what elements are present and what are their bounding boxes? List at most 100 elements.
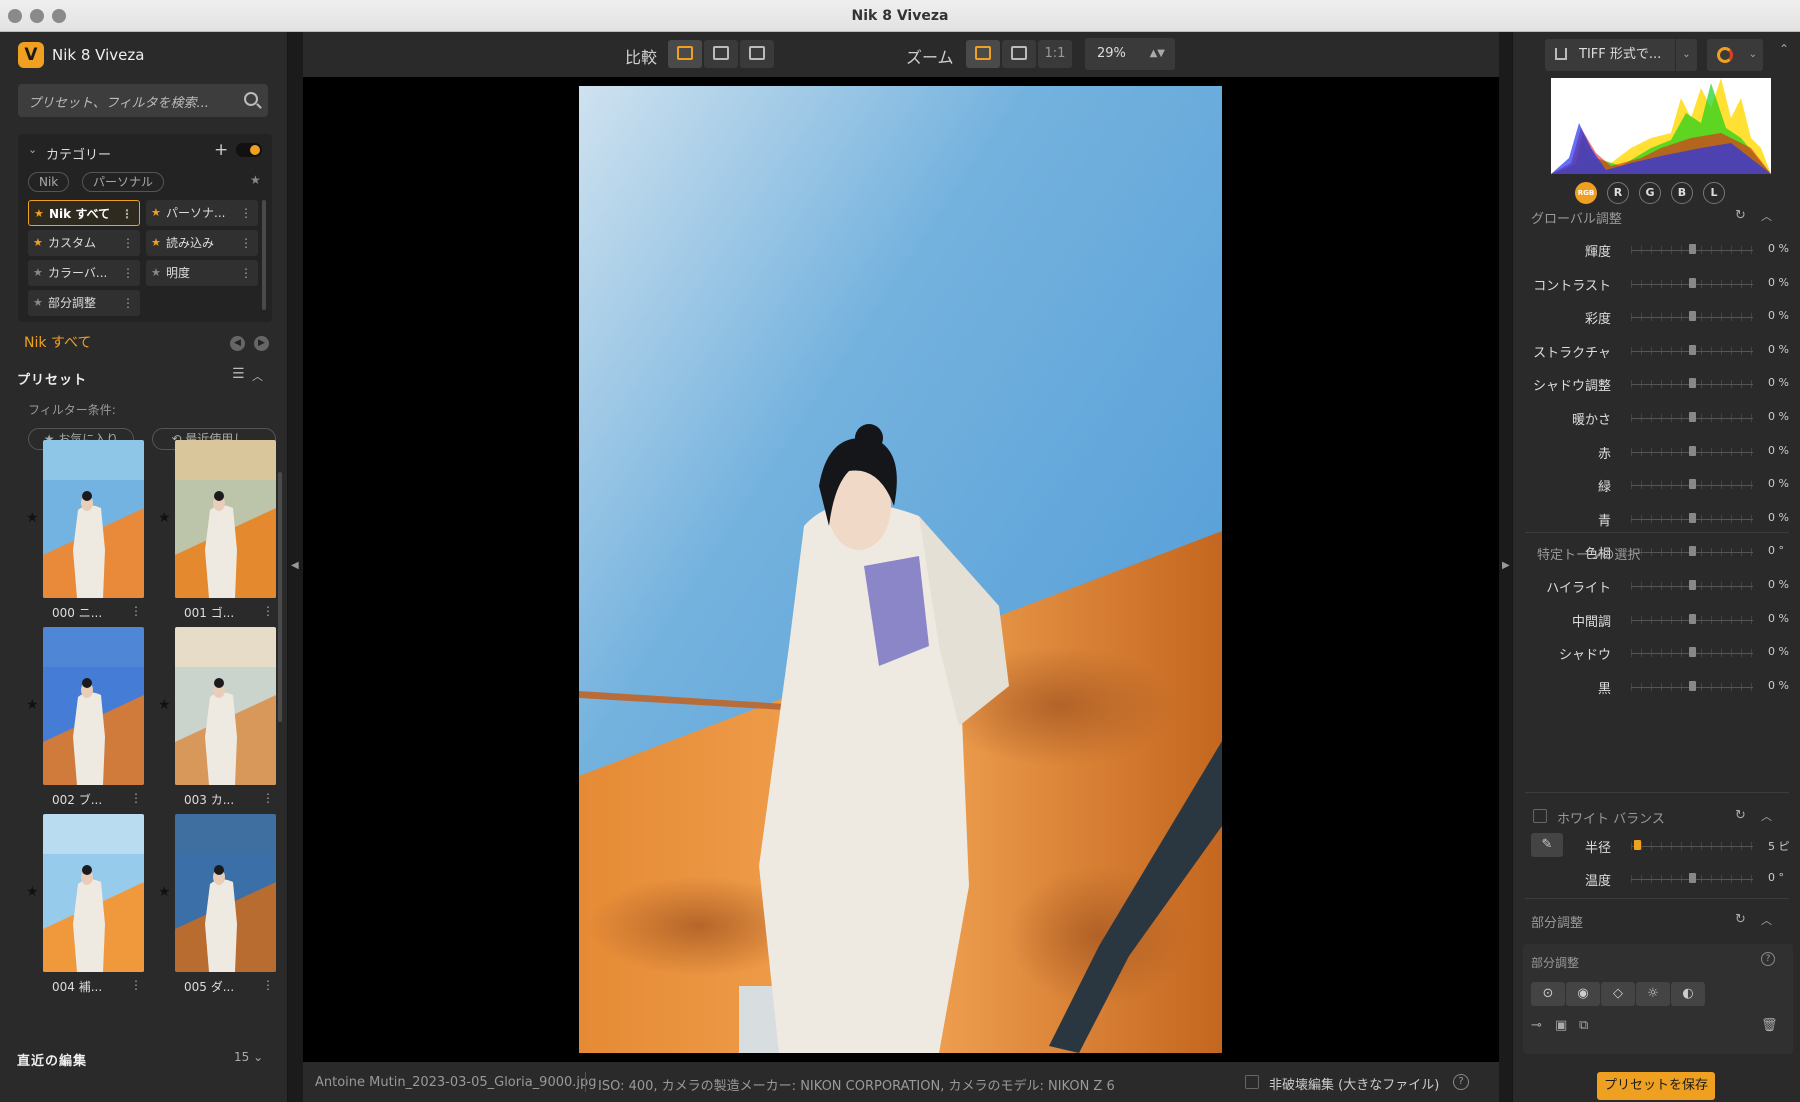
channel-button-g[interactable]: G <box>1639 182 1661 204</box>
control-point-tool[interactable]: ⊙ <box>1531 982 1565 1006</box>
search-icon[interactable] <box>244 92 258 106</box>
channel-button-l[interactable]: L <box>1703 182 1725 204</box>
compare-stack-button[interactable] <box>740 40 774 68</box>
more-icon[interactable]: ⋮ <box>262 791 274 805</box>
channel-button-r[interactable]: R <box>1607 182 1629 204</box>
channel-button-rgb[interactable]: RGB <box>1575 182 1597 204</box>
help-icon[interactable]: ? <box>1453 1074 1469 1090</box>
slider-handle[interactable] <box>1689 613 1696 624</box>
slider-handle[interactable] <box>1689 512 1696 523</box>
list-view-icon[interactable]: ☰ <box>232 366 245 382</box>
chevron-up-icon[interactable]: ︿ <box>1761 808 1772 824</box>
search-box[interactable]: プリセット、フィルタを検索... <box>18 84 268 117</box>
recent-edits-count[interactable]: 15 ⌄ <box>234 1050 263 1064</box>
reset-local-icon[interactable]: ↻ <box>1735 912 1746 927</box>
preset-thumbnail[interactable] <box>175 814 276 972</box>
category-item-imported[interactable]: ★ 読み込み ⋮ <box>146 230 258 256</box>
favorite-star-icon[interactable]: ★ <box>158 697 171 713</box>
slider-handle[interactable] <box>1689 580 1696 590</box>
prev-category-button[interactable]: ◀ <box>230 336 245 351</box>
chevron-up-icon[interactable]: ︿ <box>252 368 263 384</box>
more-icon[interactable]: ⋮ <box>122 260 134 286</box>
white-balance-checkbox[interactable] <box>1533 809 1547 823</box>
favorite-star-icon[interactable]: ★ <box>158 884 171 900</box>
invert-icon[interactable]: ▣ <box>1555 1018 1567 1033</box>
nondestructive-checkbox[interactable] <box>1245 1075 1259 1089</box>
export-button[interactable]: TIFF 形式で... ⌄ <box>1545 39 1697 71</box>
slider-handle[interactable] <box>1689 311 1696 322</box>
more-icon[interactable]: ⋮ <box>262 978 274 992</box>
search-input[interactable]: プリセット、フィルタを検索... <box>28 92 209 111</box>
zoom-fill-button[interactable] <box>1002 40 1036 68</box>
zoom-1to1-button[interactable]: 1:1 <box>1038 40 1072 68</box>
trash-icon[interactable]: 🗑 <box>1761 1018 1778 1033</box>
category-item-custom[interactable]: ★ カスタム ⋮ <box>28 230 140 256</box>
category-item-nik-all[interactable]: ★ Nik すべて ⋮ <box>28 200 140 226</box>
add-category-button[interactable]: + <box>214 140 228 160</box>
category-scrollbar[interactable] <box>262 200 266 310</box>
help-icon[interactable]: ? <box>1761 952 1775 966</box>
collapse-panel-icon[interactable]: ⌃ <box>1779 42 1789 56</box>
slider-handle[interactable] <box>1689 546 1696 557</box>
preset-thumbnail[interactable] <box>175 440 276 598</box>
more-icon[interactable]: ⋮ <box>240 230 252 256</box>
slider-handle[interactable] <box>1689 378 1696 389</box>
slider-handle[interactable] <box>1689 344 1696 355</box>
main-photo[interactable] <box>579 86 1222 1053</box>
slider-handle[interactable] <box>1689 277 1696 288</box>
chip-personal[interactable]: パーソナル <box>82 172 165 192</box>
reset-global-icon[interactable]: ↻ <box>1735 208 1746 223</box>
zoom-select[interactable]: 29% ▲▼ <box>1085 38 1175 70</box>
preset-thumbnail[interactable] <box>175 627 276 785</box>
collapse-right-icon[interactable]: ▶ <box>1502 560 1510 571</box>
slider-handle[interactable] <box>1689 479 1696 490</box>
slider-handle[interactable] <box>1689 445 1696 456</box>
chevron-down-icon[interactable]: ⌄ <box>1675 39 1697 71</box>
color-point-tool[interactable]: ◐ <box>1671 982 1705 1006</box>
compare-off-button[interactable] <box>668 40 702 68</box>
save-preset-button[interactable]: プリセットを保存 <box>1597 1072 1715 1100</box>
more-icon[interactable]: ⋮ <box>130 791 142 805</box>
star-filter-icon[interactable]: ★ <box>250 173 261 187</box>
favorite-star-icon[interactable]: ★ <box>26 884 39 900</box>
preset-thumbnail[interactable] <box>43 440 144 598</box>
category-item-personal[interactable]: ★ パーソナ... ⋮ <box>146 200 258 226</box>
category-item-local[interactable]: ★ 部分調整 ⋮ <box>28 290 140 316</box>
favorite-star-icon[interactable]: ★ <box>26 510 39 526</box>
chip-nik[interactable]: Nik <box>28 172 70 192</box>
radial-tool[interactable]: ◉ <box>1566 982 1600 1006</box>
category-toggle[interactable] <box>236 143 262 157</box>
more-icon[interactable]: ⋮ <box>122 290 134 316</box>
zoom-fit-button[interactable] <box>966 40 1000 68</box>
chevron-down-icon[interactable]: ⌄ <box>1749 39 1757 71</box>
mask-icon[interactable]: ⊸ <box>1531 1018 1542 1033</box>
chevron-down-icon[interactable]: ⌄ <box>28 143 37 156</box>
more-icon[interactable]: ⋮ <box>130 978 142 992</box>
channel-button-b[interactable]: B <box>1671 182 1693 204</box>
slider-handle[interactable] <box>1689 873 1696 883</box>
compare-split-button[interactable] <box>704 40 738 68</box>
color-mode-button[interactable]: ⌄ <box>1707 39 1763 71</box>
more-icon[interactable]: ⋮ <box>121 201 133 225</box>
slider-handle[interactable] <box>1689 647 1696 658</box>
collapse-left-icon[interactable]: ◀ <box>291 560 299 571</box>
more-icon[interactable]: ⋮ <box>240 200 252 226</box>
slider-handle[interactable] <box>1689 412 1696 422</box>
slider-handle[interactable] <box>1634 840 1642 850</box>
category-item-color[interactable]: ★ カラーバ... ⋮ <box>28 260 140 286</box>
slider-handle[interactable] <box>1689 680 1696 691</box>
preset-thumbnail[interactable] <box>43 627 144 785</box>
favorite-star-icon[interactable]: ★ <box>26 697 39 713</box>
reset-wb-icon[interactable]: ↻ <box>1735 808 1746 823</box>
more-icon[interactable]: ⋮ <box>262 604 274 618</box>
duplicate-icon[interactable]: ⧉ <box>1579 1018 1588 1033</box>
more-icon[interactable]: ⋮ <box>130 604 142 618</box>
slider-track[interactable] <box>1631 846 1753 847</box>
more-icon[interactable]: ⋮ <box>122 230 134 256</box>
chevron-up-icon[interactable]: ︿ <box>1761 208 1772 224</box>
next-category-button[interactable]: ▶ <box>254 336 269 351</box>
chevron-up-icon[interactable]: ︿ <box>1761 912 1772 928</box>
preset-thumbnail[interactable] <box>43 814 144 972</box>
more-icon[interactable]: ⋮ <box>240 260 252 286</box>
brightness-point-tool[interactable]: ☼ <box>1636 982 1670 1006</box>
